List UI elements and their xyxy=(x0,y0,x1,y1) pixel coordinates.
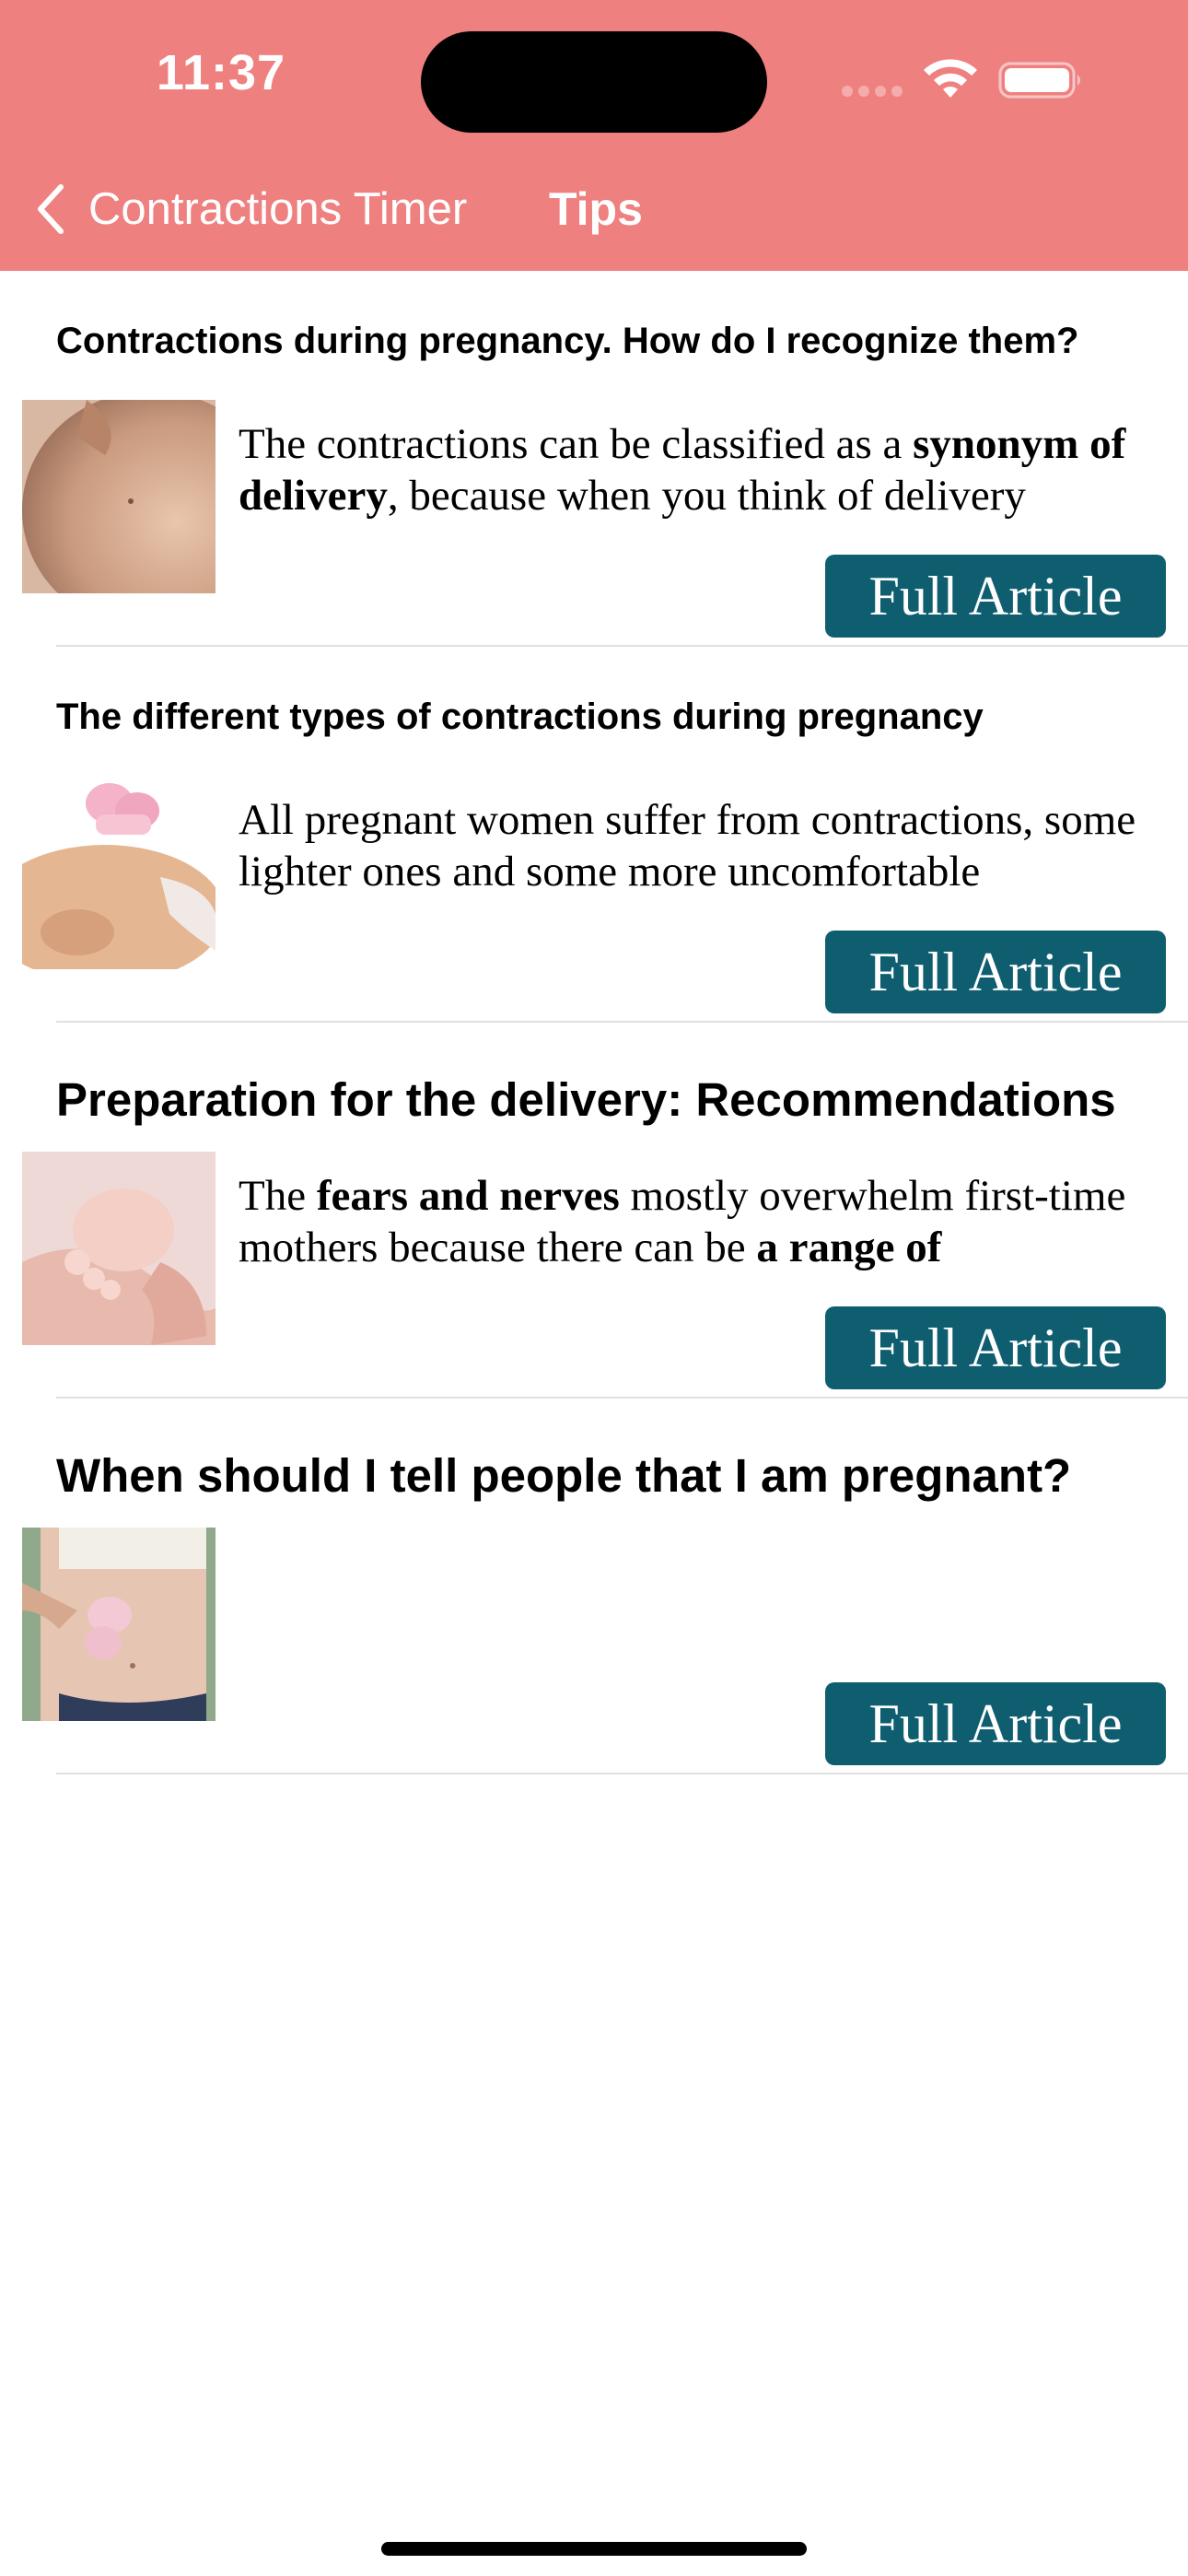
full-article-button[interactable]: Full Article xyxy=(825,555,1166,638)
wifi-icon xyxy=(924,59,977,98)
article-excerpt: The contractions can be classified as a … xyxy=(239,420,1126,520)
article-row[interactable]: Contractions during pregnancy. How do I … xyxy=(0,271,1188,647)
status-time: 11:37 xyxy=(156,45,286,100)
article-thumbnail xyxy=(22,400,215,593)
article-list: Contractions during pregnancy. How do I … xyxy=(0,271,1188,1774)
article-row[interactable]: Preparation for the delivery: Recommenda… xyxy=(0,1023,1188,1399)
article-title: Contractions during pregnancy. How do I … xyxy=(56,321,1079,361)
back-button-label: Contractions Timer xyxy=(88,184,468,234)
article-row[interactable]: The different types of contractions duri… xyxy=(0,647,1188,1023)
article-excerpt: The fears and nerves mostly overwhelm fi… xyxy=(239,1172,1126,1271)
article-thumbnail xyxy=(22,776,215,969)
page-title: Tips xyxy=(549,183,643,235)
dynamic-island xyxy=(421,31,767,133)
back-button[interactable]: Contractions Timer xyxy=(33,177,467,241)
chevron-left-icon xyxy=(38,184,64,234)
full-article-button[interactable]: Full Article xyxy=(825,1682,1166,1765)
article-title: Preparation for the delivery: Recommenda… xyxy=(56,1073,1116,1126)
article-excerpt: All pregnant women suffer from contracti… xyxy=(239,796,1136,896)
cellular-signal-icon xyxy=(842,86,903,99)
article-thumbnail xyxy=(22,1528,215,1721)
article-title: When should I tell people that I am preg… xyxy=(56,1449,1072,1502)
article-row[interactable]: When should I tell people that I am preg… xyxy=(0,1399,1188,1774)
row-divider xyxy=(56,1773,1188,1774)
navigation-header: 11:37 Contractions Timer Tips xyxy=(0,0,1188,271)
full-article-button[interactable]: Full Article xyxy=(825,1306,1166,1389)
full-article-button[interactable]: Full Article xyxy=(825,931,1166,1013)
battery-icon xyxy=(998,62,1080,99)
article-title: The different types of contractions duri… xyxy=(56,697,984,737)
article-thumbnail xyxy=(22,1152,215,1345)
home-indicator[interactable] xyxy=(381,2542,807,2556)
